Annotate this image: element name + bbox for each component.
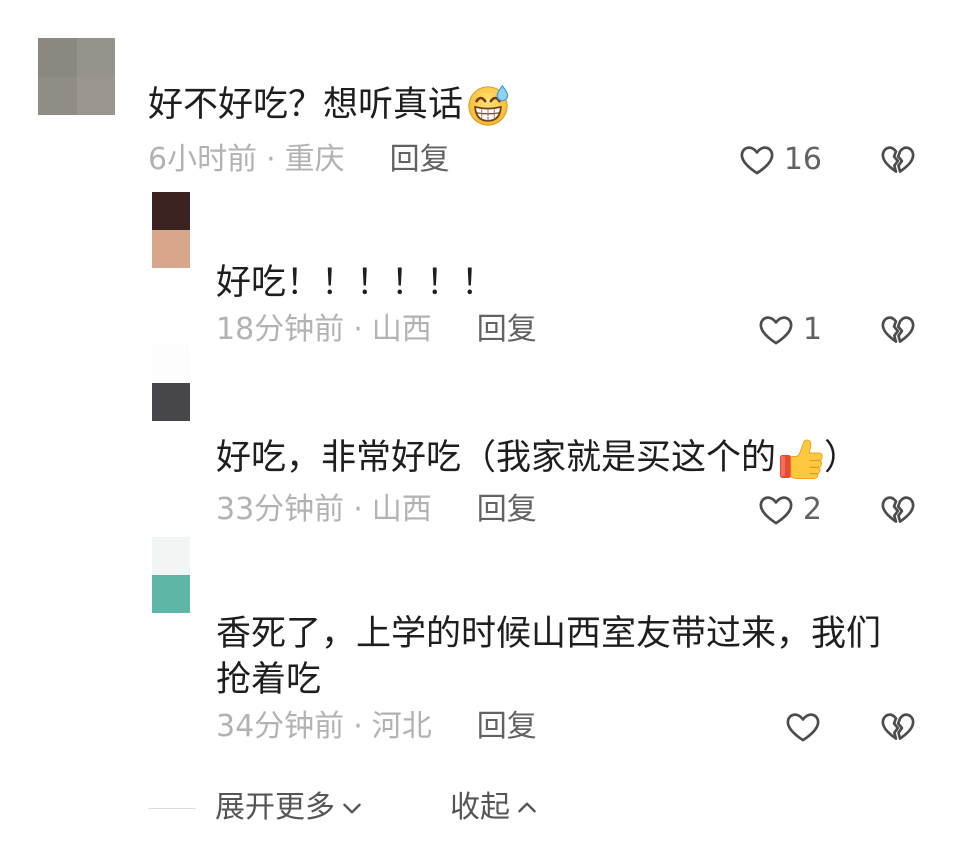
reply-meta-row: 18分钟前 · 山西 回复 1: [0, 310, 960, 350]
avatar-mosaic-tile: [76, 38, 115, 77]
meta-separator: ·: [266, 142, 276, 177]
reply-text[interactable]: 好吃，非常好吃（我家就是买这个的 ）: [216, 435, 859, 481]
dislike-button[interactable]: [879, 311, 917, 349]
thread-footer: 展开更多 收起: [0, 788, 960, 828]
avatar-mosaic-tile: [38, 76, 77, 115]
avatar-mosaic-tile: [152, 345, 190, 383]
avatar-mosaic-tile: [38, 38, 77, 77]
dislike-button[interactable]: [879, 708, 917, 746]
reply-meta: 34分钟前 · 河北 回复: [216, 707, 537, 747]
reply-text-content: 好吃！！！！！！: [216, 263, 497, 303]
grinning-face-with-sweat-emoji: [468, 84, 509, 126]
timestamp: 34分钟前: [216, 709, 345, 744]
location: 山西: [371, 492, 432, 527]
reply-meta: 33分钟前 · 山西 回复: [216, 490, 537, 530]
location: 山西: [371, 312, 432, 347]
timestamp-location: 33分钟前 · 山西: [216, 490, 432, 530]
chevron-up-icon: [518, 802, 536, 813]
avatar-mosaic-tile: [152, 230, 190, 268]
dislike-button[interactable]: [879, 491, 917, 529]
comment-text-content: 好不好吃？想听真话: [148, 85, 464, 125]
replier-avatar[interactable]: [152, 345, 190, 421]
like-count: 16: [783, 142, 822, 177]
reply-meta-row: 34分钟前 · 河北 回复: [0, 707, 960, 747]
reply-button[interactable]: 回复: [477, 707, 537, 747]
timestamp-location: 34分钟前 · 河北: [216, 707, 432, 747]
location: 重庆: [284, 142, 345, 177]
reply-meta: 18分钟前 · 山西 回复: [216, 310, 537, 350]
timestamp-location: 6小时前 · 重庆: [148, 140, 345, 180]
like-button[interactable]: 1: [757, 311, 822, 349]
thumbs-up-emoji: [780, 439, 823, 479]
meta-separator: ·: [353, 709, 363, 744]
meta-separator: ·: [353, 492, 363, 527]
collapse-label: 收起: [450, 790, 510, 825]
like-button[interactable]: [784, 708, 822, 746]
heart-icon[interactable]: [757, 491, 795, 529]
heart-icon[interactable]: [784, 708, 822, 746]
reply-text-content: 好吃，非常好吃（我家就是买这个的: [216, 438, 777, 478]
reply-text[interactable]: 好吃！！！！！！: [216, 260, 496, 306]
comment-meta: 6小时前 · 重庆 回复: [148, 140, 450, 180]
broken-heart-icon[interactable]: [879, 141, 917, 179]
divider-line: [148, 808, 196, 809]
like-count: 2: [802, 492, 822, 527]
timestamp: 33分钟前: [216, 492, 345, 527]
comment-thread: 好不好吃？想听真话 6小时前 · 重庆 回复 16 好吃！！！！！！ 18分钟前…: [0, 0, 960, 865]
reply-text[interactable]: 香死了，上学的时候山西室友带过来，我们抢着吃: [216, 611, 901, 703]
avatar-mosaic-tile: [152, 192, 190, 230]
dislike-button[interactable]: [879, 141, 917, 179]
broken-heart-icon[interactable]: [879, 708, 917, 746]
reply-button[interactable]: 回复: [477, 490, 537, 530]
timestamp: 18分钟前: [216, 312, 345, 347]
reply-meta-row: 33分钟前 · 山西 回复 2: [0, 490, 960, 530]
comment-text[interactable]: 好不好吃？想听真话: [148, 82, 511, 128]
timestamp: 6小时前: [148, 142, 258, 177]
comment-meta-row: 6小时前 · 重庆 回复 16: [0, 140, 960, 180]
replier-avatar[interactable]: [152, 192, 190, 268]
broken-heart-icon[interactable]: [879, 311, 917, 349]
meta-separator: ·: [353, 312, 363, 347]
heart-icon[interactable]: [757, 311, 795, 349]
expand-more-label: 展开更多: [215, 790, 335, 825]
location: 河北: [371, 709, 432, 744]
like-button[interactable]: 16: [738, 141, 822, 179]
avatar-mosaic-tile: [152, 537, 190, 575]
like-button[interactable]: 2: [757, 491, 822, 529]
reply-button[interactable]: 回复: [390, 140, 450, 180]
chevron-down-icon: [343, 803, 361, 814]
timestamp-location: 18分钟前 · 山西: [216, 310, 432, 350]
avatar-mosaic-tile: [76, 76, 115, 115]
reply-button[interactable]: 回复: [477, 310, 537, 350]
broken-heart-icon[interactable]: [879, 491, 917, 529]
replier-avatar[interactable]: [152, 537, 190, 613]
avatar-mosaic-tile: [152, 575, 190, 613]
expand-more-button[interactable]: 展开更多: [215, 788, 365, 828]
reply-text-closing: ）: [824, 438, 860, 478]
collapse-button[interactable]: 收起: [450, 788, 540, 828]
commenter-avatar[interactable]: [38, 38, 115, 115]
heart-icon[interactable]: [738, 141, 776, 179]
avatar-mosaic-tile: [152, 383, 190, 421]
like-count: 1: [802, 312, 822, 347]
